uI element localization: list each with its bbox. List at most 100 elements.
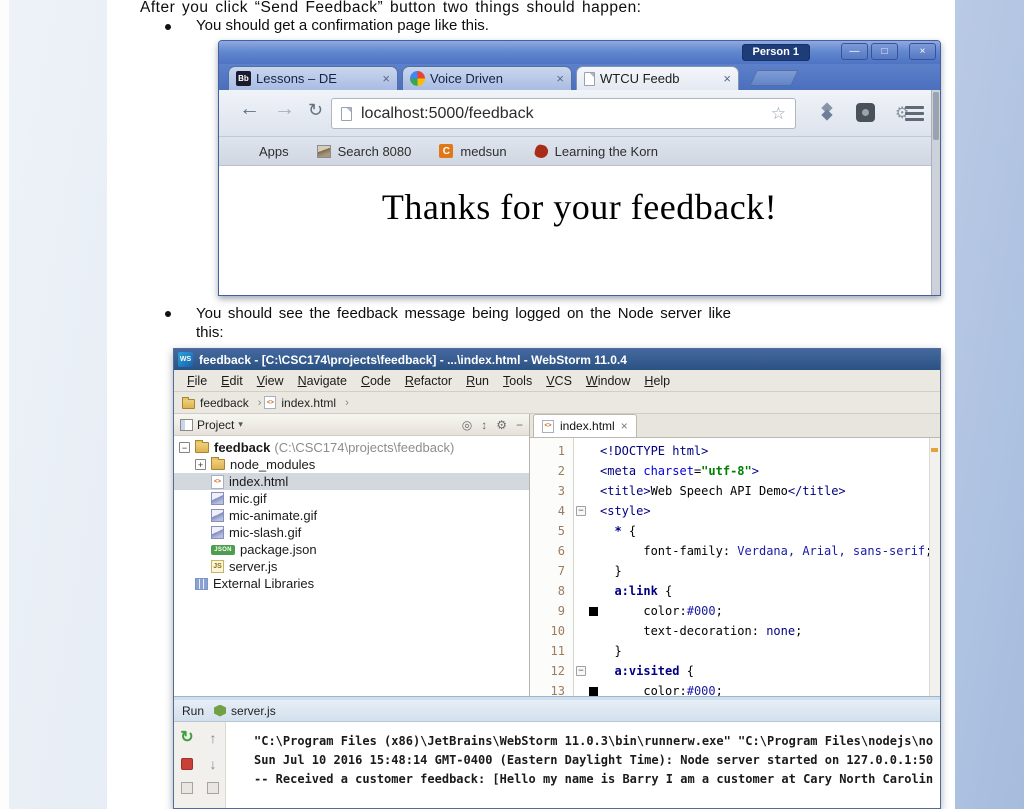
bullet-icon [165,311,171,317]
code-text: } [600,644,622,658]
window-title: feedback - [C:\CSC174\projects\feedback]… [199,353,627,367]
bookmark-item[interactable]: Apps [239,144,289,159]
menu-tools[interactable]: Tools [496,374,539,388]
close-tab-icon[interactable]: × [621,419,628,433]
doc-bullet-2: You should see the feedback message bein… [165,304,731,342]
run-panel-body: ↻ ↑ ↓ "C:\Program Files (x86)\JetBrains\… [174,722,940,808]
chrome-titlebar[interactable]: Person 1 —□ × [219,41,940,64]
tab-close-icon[interactable]: × [382,71,390,86]
webstorm-titlebar[interactable]: WS feedback - [C:\CSC174\projects\feedba… [174,349,940,370]
code-line-12: 12− a:visited { [530,661,940,681]
browser-tab[interactable]: Voice Driven × [402,66,572,90]
scrollbar-thumb[interactable] [933,92,939,140]
address-bar[interactable]: localhost:5000/feedback ☆ [331,98,796,129]
html-file-icon: <> [542,420,554,433]
warning-marker[interactable] [931,448,938,452]
menu-refactor[interactable]: Refactor [398,374,459,388]
page-icon [341,107,352,121]
bb-favicon-icon: Bb [236,71,251,86]
bookmark-star-icon[interactable]: ☆ [771,104,786,124]
run-panel-header: Run server.js [174,700,940,722]
tree-item-label: feedback [214,440,270,455]
extension-icon[interactable] [856,103,875,122]
menu-edit[interactable]: Edit [214,374,250,388]
reload-button[interactable]: ↻ [308,100,323,121]
console-tool-icon[interactable] [181,782,193,794]
target-icon[interactable]: ◎ [462,418,472,432]
close-button[interactable]: × [909,43,936,60]
new-tab-button[interactable] [749,70,798,86]
menu-file[interactable]: File [180,374,214,388]
tree-item-server-js[interactable]: JSserver.js [174,558,529,575]
code-line-11: 11 } [530,641,940,661]
settings-gear-icon[interactable]: ⚙ [496,418,507,432]
down-stack-button[interactable]: ↓ [210,756,217,772]
bookmark-item[interactable]: Learning the Korn [535,144,658,159]
run-console[interactable]: "C:\Program Files (x86)\JetBrains\WebSto… [226,722,940,808]
fold-marker-icon[interactable]: − [576,666,586,676]
forward-button[interactable]: → [274,97,295,121]
chevron-down-icon[interactable]: ▾ [238,419,243,430]
editor-tab[interactable]: <> index.html × [533,414,637,437]
tree-item-mic-animate-gif[interactable]: mic-animate.gif [174,507,529,524]
tab-title: Voice Driven [430,71,551,86]
code-text: } [600,564,622,578]
marker-spacer [588,461,600,481]
chrome-menu-icon[interactable] [905,106,924,124]
tree-item-node-modules[interactable]: +node_modules [174,456,529,473]
marker-spacer [588,521,600,541]
breadcrumb-index-html[interactable]: <>index.html› [264,396,348,410]
tree-item-external-libraries[interactable]: External Libraries [174,575,529,592]
tree-item-feedback[interactable]: −feedback (C:\CSC174\projects\feedback) [174,439,529,456]
breadcrumb-feedback[interactable]: feedback› [182,396,261,410]
token-val: Verdana, Arial, sans-serif [737,544,925,558]
minus-expander-icon[interactable]: − [179,442,190,453]
fold-marker-icon[interactable]: − [576,506,586,516]
stop-button[interactable] [181,758,193,770]
bookmark-label: Learning the Korn [555,144,658,159]
profile-badge[interactable]: Person 1 [742,44,810,61]
code-editor[interactable]: 1<!DOCTYPE html>2<meta charset="utf-8">3… [530,438,940,698]
code-line-4: 4−<style> [530,501,940,521]
plus-expander-icon[interactable]: + [195,459,206,470]
menu-vcs[interactable]: VCS [539,374,579,388]
menu-help[interactable]: Help [637,374,677,388]
url-text[interactable]: localhost:5000/feedback [361,105,534,123]
token-tag: > [752,464,759,478]
editor-tab-label: index.html [560,419,615,433]
tree-item-package-json[interactable]: JSONpackage.json [174,541,529,558]
tree-item-mic-gif[interactable]: mic.gif [174,490,529,507]
browser-tab[interactable]: BbLessons – DE× [228,66,398,90]
browser-tab[interactable]: WTCU Feedb× [576,66,739,90]
folder-icon [211,459,225,470]
editor-error-stripe[interactable] [929,438,940,698]
menu-window[interactable]: Window [579,374,637,388]
back-button[interactable]: ← [239,97,260,121]
code-lines: 1<!DOCTYPE html>2<meta charset="utf-8">3… [530,438,940,698]
console-tool-icon[interactable] [207,782,219,794]
bookmark-item[interactable]: Cmedsun [439,144,506,159]
page-favicon-icon [584,72,595,86]
menu-view[interactable]: View [250,374,291,388]
menu-navigate[interactable]: Navigate [291,374,354,388]
rerun-button[interactable]: ↻ [180,730,193,746]
tree-item-index-html[interactable]: <>index.html [174,473,529,490]
marker-spacer [588,481,600,501]
browser-scrollbar[interactable] [931,90,940,295]
ide-main-area: Project ▾ ◎↕⚙− −feedback (C:\CSC174\proj… [174,414,940,698]
line-number: 4 [530,504,574,518]
tree-item-mic-slash-gif[interactable]: mic-slash.gif [174,524,529,541]
minimize-button[interactable]: — [841,43,868,60]
dropbox-extension-icon[interactable] [819,104,835,121]
tab-close-icon[interactable]: × [556,71,564,86]
menu-code[interactable]: Code [354,374,398,388]
bookmark-item[interactable]: Search 8080 [317,144,412,159]
maximize-button[interactable]: □ [871,43,898,60]
tab-close-icon[interactable]: × [723,71,731,86]
hide-panel-icon[interactable]: − [516,418,523,432]
menu-run[interactable]: Run [459,374,496,388]
up-stack-button[interactable]: ↑ [210,730,217,746]
html-icon: <> [264,396,276,409]
run-configuration[interactable]: server.js [214,704,276,718]
scroll-to-source-icon[interactable]: ↕ [481,418,487,432]
